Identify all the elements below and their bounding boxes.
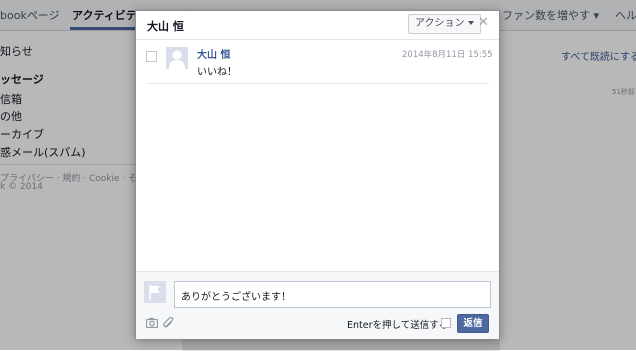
flag-avatar-icon: [144, 281, 166, 303]
reply-send-button[interactable]: 返信: [457, 314, 489, 333]
camera-icon[interactable]: [145, 317, 159, 329]
message-row: 大山 恒 いいね！ 2014年8月11日 15:55: [136, 40, 499, 84]
dialog-title: 大山 恒: [147, 20, 184, 33]
dialog-header: 大山 恒 アクション ✕: [136, 11, 499, 40]
reply-input[interactable]: ありがとうございます！: [174, 281, 491, 308]
default-avatar-icon: [166, 47, 188, 69]
sender-name-link[interactable]: 大山 恒: [197, 46, 230, 61]
caret-down-icon: [467, 21, 474, 25]
action-label: アクション: [415, 18, 465, 29]
message-timestamp: 2014年8月11日 15:55: [402, 50, 493, 60]
sender-avatar[interactable]: [166, 47, 188, 69]
reply-composer: ありがとうございます！ Enterを押して送信する 返信: [136, 271, 499, 339]
page-avatar: [144, 281, 166, 303]
message-dialog: 大山 恒 アクション ✕ 大山 恒 いいね！ 2014年8月11日 15:55: [135, 10, 500, 339]
reply-input-value: ありがとうございます！: [181, 292, 291, 303]
close-icon[interactable]: ✕: [478, 16, 489, 30]
action-dropdown-button[interactable]: アクション: [408, 14, 481, 34]
message-text: いいね！: [197, 67, 237, 78]
message-divider: [146, 83, 489, 84]
message-select-checkbox[interactable]: [146, 51, 157, 62]
enter-to-send-checkbox[interactable]: [441, 318, 451, 328]
attachment-icon[interactable]: [163, 316, 175, 328]
enter-to-send-label: Enterを押して送信する: [347, 320, 449, 331]
